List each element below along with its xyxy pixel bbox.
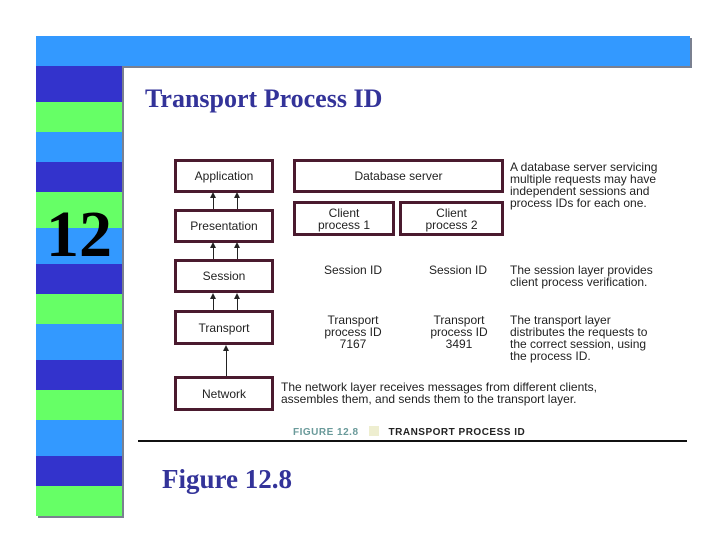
arrow-up-icon <box>234 242 240 259</box>
stripe <box>36 456 122 486</box>
stripe <box>36 162 122 192</box>
layer-application: Application <box>174 159 274 193</box>
transport-id-1-label: Transport process ID <box>324 313 382 339</box>
arrow-up-icon <box>223 345 229 376</box>
transport-id-2-value: 3491 <box>445 337 473 351</box>
transport-id-1-value: 7167 <box>339 337 367 351</box>
transport-id-2-label: Transport process ID <box>430 313 488 339</box>
horizontal-rule <box>138 440 687 442</box>
session-id-2: Session ID <box>428 263 488 277</box>
left-striped-bar <box>36 66 122 516</box>
stripe <box>36 294 122 324</box>
client-process-1-box: Client process 1 <box>293 201 395 236</box>
database-server-box: Database server <box>293 159 504 193</box>
figure-caption: FIGURE 12.8 TRANSPORT PROCESS ID <box>293 426 525 438</box>
arrow-up-icon <box>234 192 240 209</box>
layer-presentation: Presentation <box>174 209 274 243</box>
note-transport: The transport layer distributes the requ… <box>510 313 648 363</box>
client-process-2-box: Client process 2 <box>399 201 504 236</box>
arrow-up-icon <box>210 293 216 310</box>
layer-session: Session <box>174 259 274 293</box>
caption-separator <box>368 426 379 436</box>
slide-number: 12 <box>46 198 112 271</box>
top-accent-band <box>36 36 690 66</box>
layer-network: Network <box>174 376 274 411</box>
stripe <box>36 66 122 102</box>
note-network: The network layer receives messages from… <box>281 380 597 406</box>
figure-label: FIGURE 12.8 <box>293 427 359 438</box>
stripe <box>36 132 122 162</box>
stripe <box>36 420 122 456</box>
note-session: The session layer provides client proces… <box>510 263 653 289</box>
stripe <box>36 360 122 390</box>
stripe <box>36 486 122 516</box>
stripe <box>36 102 122 132</box>
note-database: A database server servicing multiple req… <box>510 160 658 210</box>
slide-title: Transport Process ID <box>145 84 383 113</box>
session-id-1: Session ID <box>323 263 383 277</box>
arrow-up-icon <box>234 293 240 310</box>
arrow-up-icon <box>210 242 216 259</box>
stripe <box>36 390 122 420</box>
figure-name: TRANSPORT PROCESS ID <box>388 427 526 438</box>
slide-caption: Figure 12.8 <box>162 464 292 494</box>
layer-transport: Transport <box>174 310 274 345</box>
arrow-up-icon <box>210 192 216 209</box>
stripe <box>36 324 122 360</box>
